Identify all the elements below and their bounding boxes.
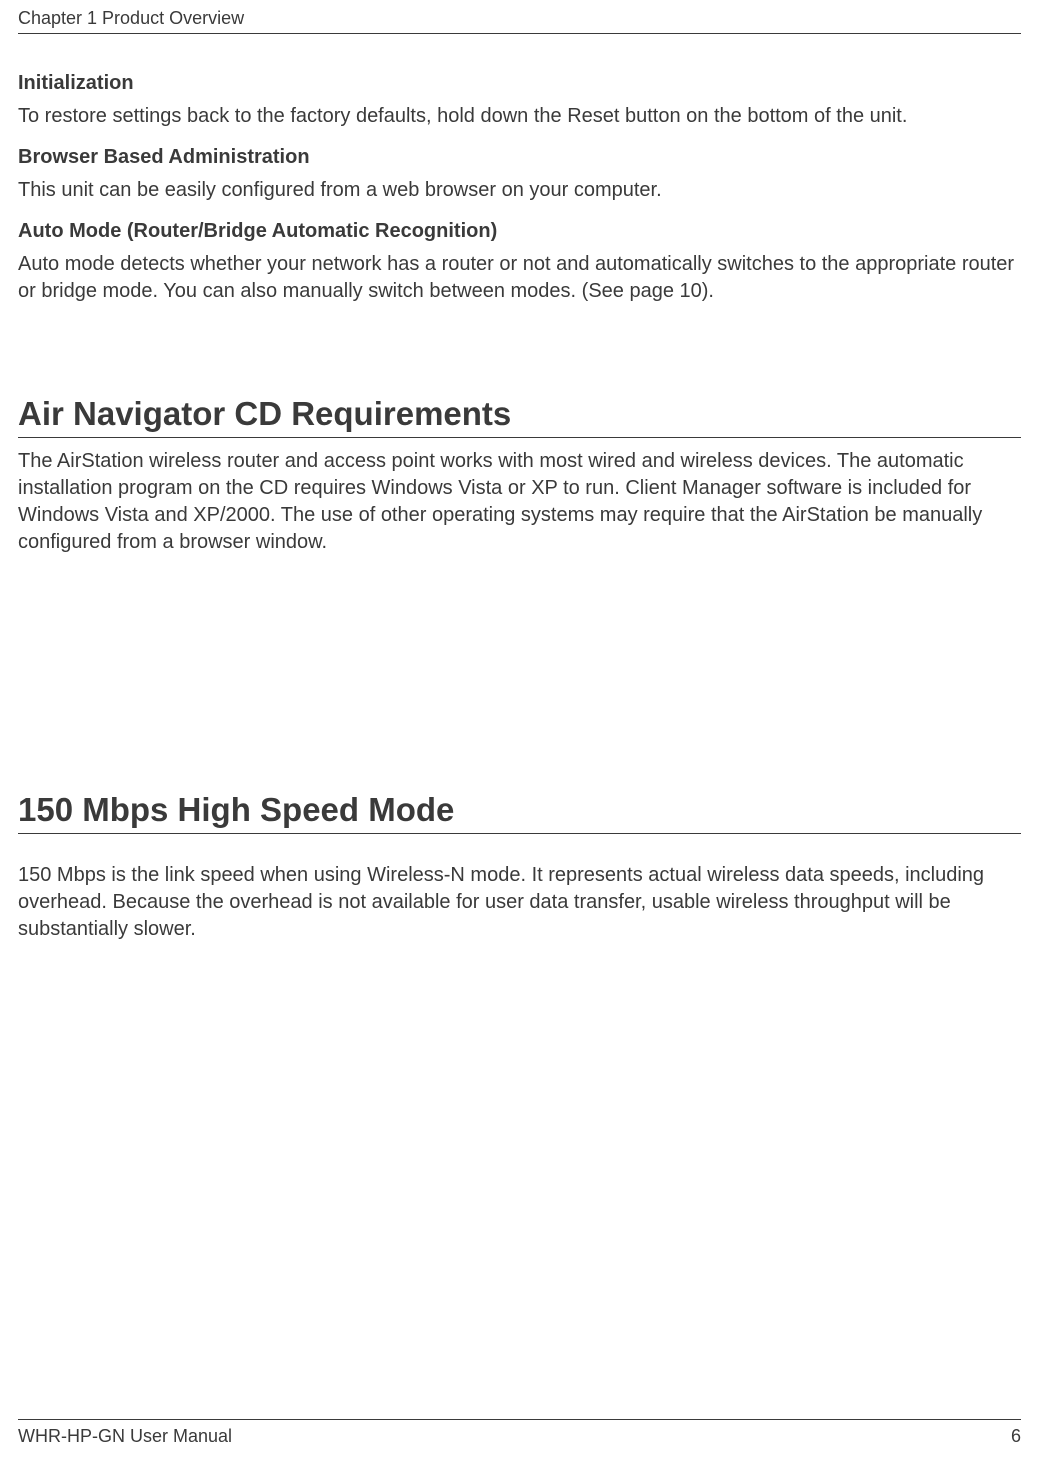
air-navigator-body: The AirStation wireless router and acces… xyxy=(18,448,1021,556)
manual-name: WHR-HP-GN User Manual xyxy=(18,1426,232,1447)
section-auto-mode: Auto Mode (Router/Bridge Automatic Recog… xyxy=(18,220,1021,305)
speed-mode-heading: 150 Mbps High Speed Mode xyxy=(18,791,1021,834)
browser-admin-body: This unit can be easily configured from … xyxy=(18,177,1021,204)
auto-mode-heading: Auto Mode (Router/Bridge Automatic Recog… xyxy=(18,220,1021,243)
initialization-heading: Initialization xyxy=(18,72,1021,95)
page-footer: WHR-HP-GN User Manual 6 xyxy=(18,1419,1021,1447)
initialization-body: To restore settings back to the factory … xyxy=(18,103,1021,130)
section-initialization: Initialization To restore settings back … xyxy=(18,72,1021,130)
speed-mode-body: 150 Mbps is the link speed when using Wi… xyxy=(18,862,1021,943)
section-browser-admin: Browser Based Administration This unit c… xyxy=(18,146,1021,204)
auto-mode-body: Auto mode detects whether your network h… xyxy=(18,251,1021,305)
browser-admin-heading: Browser Based Administration xyxy=(18,146,1021,169)
page-number: 6 xyxy=(1011,1426,1021,1447)
chapter-title: Chapter 1 Product Overview xyxy=(18,8,244,28)
air-navigator-heading: Air Navigator CD Requirements xyxy=(18,395,1021,438)
page-header: Chapter 1 Product Overview xyxy=(18,0,1021,34)
